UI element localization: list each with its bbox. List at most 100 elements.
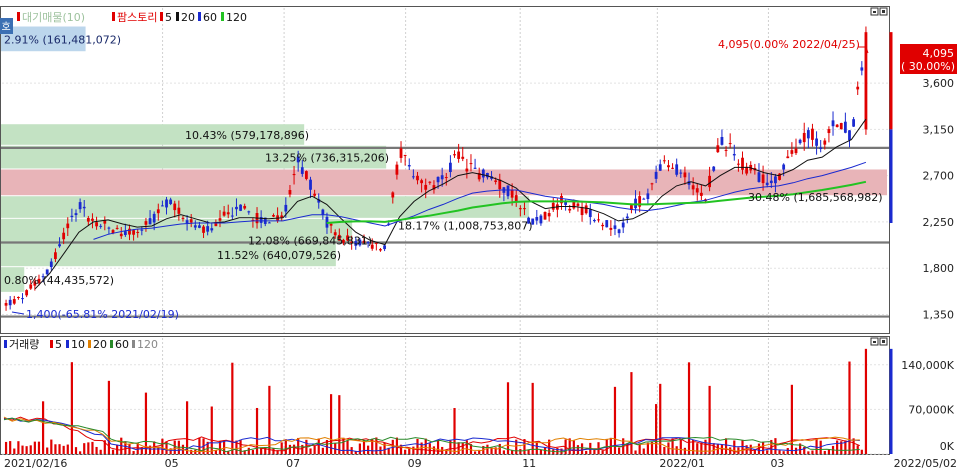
candle-body	[17, 296, 20, 298]
volume-bar	[284, 439, 287, 454]
candle-body	[782, 164, 786, 170]
legend-item-volume[interactable]: 거래량	[9, 338, 39, 351]
toggle-icon: 호	[2, 21, 11, 33]
volume-bar	[79, 451, 82, 454]
candle-body	[391, 192, 395, 198]
close-icon	[882, 10, 885, 13]
candle-body	[181, 217, 185, 219]
volume-bar	[62, 445, 65, 454]
candle-body	[169, 199, 173, 205]
volume-bar	[74, 447, 78, 454]
legend-swatch	[198, 12, 201, 21]
volume-bar	[593, 449, 596, 454]
legend-item-vol-ma5[interactable]: 5	[55, 338, 62, 351]
volume-bar	[91, 441, 94, 454]
volume-bar	[613, 386, 617, 454]
candle-body	[305, 171, 308, 179]
volume-bar	[428, 443, 431, 454]
candle-body	[329, 223, 333, 226]
candle-body	[383, 245, 386, 250]
legend-item-vol-ma120[interactable]: 120	[137, 338, 158, 351]
volume-bar	[675, 446, 678, 454]
candle-body	[819, 147, 823, 150]
volume-bar	[223, 440, 226, 454]
candle-body	[119, 233, 123, 237]
volume-bar	[132, 451, 135, 454]
legend-item-vol-ma60[interactable]: 60	[115, 338, 129, 351]
volume-bar	[778, 450, 781, 454]
candle-body	[732, 153, 736, 156]
candle-body	[95, 222, 98, 227]
legend-swatch	[176, 12, 179, 21]
volume-bar	[786, 448, 789, 454]
candle-body	[148, 218, 152, 225]
supply-band-label: 30.48% (1,685,568,982)	[748, 191, 883, 204]
candle-body	[724, 149, 728, 151]
legend-item-supply[interactable]: 대기매물(10)	[22, 11, 85, 24]
candle-body	[568, 208, 572, 211]
legend-item-ma60[interactable]: 60	[203, 11, 217, 24]
candle-body	[115, 227, 119, 229]
volume-bar	[502, 450, 505, 454]
candle-body	[708, 175, 711, 188]
candle-body	[152, 213, 156, 223]
volume-bar	[852, 438, 855, 454]
legend-item-stock-name[interactable]: 팜스토리	[117, 11, 157, 24]
legend-swatch	[112, 12, 115, 21]
volume-bar	[292, 444, 296, 454]
candle-body	[856, 86, 860, 90]
candle-body	[720, 136, 724, 145]
legend-item-vol-ma20[interactable]: 20	[93, 338, 107, 351]
volume-bar	[412, 446, 415, 454]
candle-body	[99, 225, 103, 227]
volume-bar	[157, 447, 160, 454]
candle-body	[379, 249, 382, 251]
legend-item-ma20[interactable]: 20	[181, 11, 195, 24]
price-axis-label: 3,600	[923, 77, 955, 90]
volume-bar	[185, 401, 189, 454]
volume-bar	[37, 441, 41, 454]
volume-bar	[576, 445, 580, 454]
candle-body	[625, 216, 629, 219]
volume-bar	[461, 442, 464, 454]
candle-body	[86, 218, 90, 222]
candle-body	[852, 119, 855, 127]
candle-body	[843, 121, 847, 133]
volume-bar	[663, 446, 666, 454]
volume-bar	[272, 448, 275, 454]
volume-close-icon	[882, 340, 885, 343]
price-axis-label: 3,150	[923, 123, 955, 136]
volume-bar	[301, 444, 304, 454]
candle-body	[654, 171, 658, 179]
candle-body	[848, 130, 851, 141]
candle-body	[292, 173, 296, 176]
candle-body	[518, 208, 522, 210]
candle-body	[136, 231, 140, 233]
volume-bar	[210, 406, 213, 454]
volume-bar	[358, 443, 361, 454]
legend-swatch	[50, 340, 53, 348]
candle-body	[206, 226, 210, 232]
legend-item-ma120[interactable]: 120	[226, 11, 247, 24]
volume-bar	[66, 444, 69, 454]
legend-item-ma5[interactable]: 5	[165, 11, 172, 24]
volume-bar	[99, 449, 102, 454]
volume-bar	[683, 447, 687, 454]
volume-bar	[436, 439, 440, 454]
candle-body	[506, 185, 510, 197]
candle-body	[617, 229, 621, 234]
legend-swatch	[160, 12, 163, 21]
candle-body	[235, 206, 238, 210]
legend-item-vol-ma10[interactable]: 10	[71, 338, 85, 351]
volume-bar	[823, 450, 826, 454]
candle-body	[794, 148, 798, 154]
candle-body	[395, 164, 399, 175]
candle-body	[202, 226, 205, 233]
volume-bar	[811, 450, 814, 454]
volume-bar	[46, 447, 49, 454]
candle-body	[428, 181, 432, 183]
candle-body	[284, 204, 288, 212]
candle-body	[650, 183, 654, 185]
volume-bar	[860, 449, 863, 454]
volume-bar	[807, 451, 810, 454]
